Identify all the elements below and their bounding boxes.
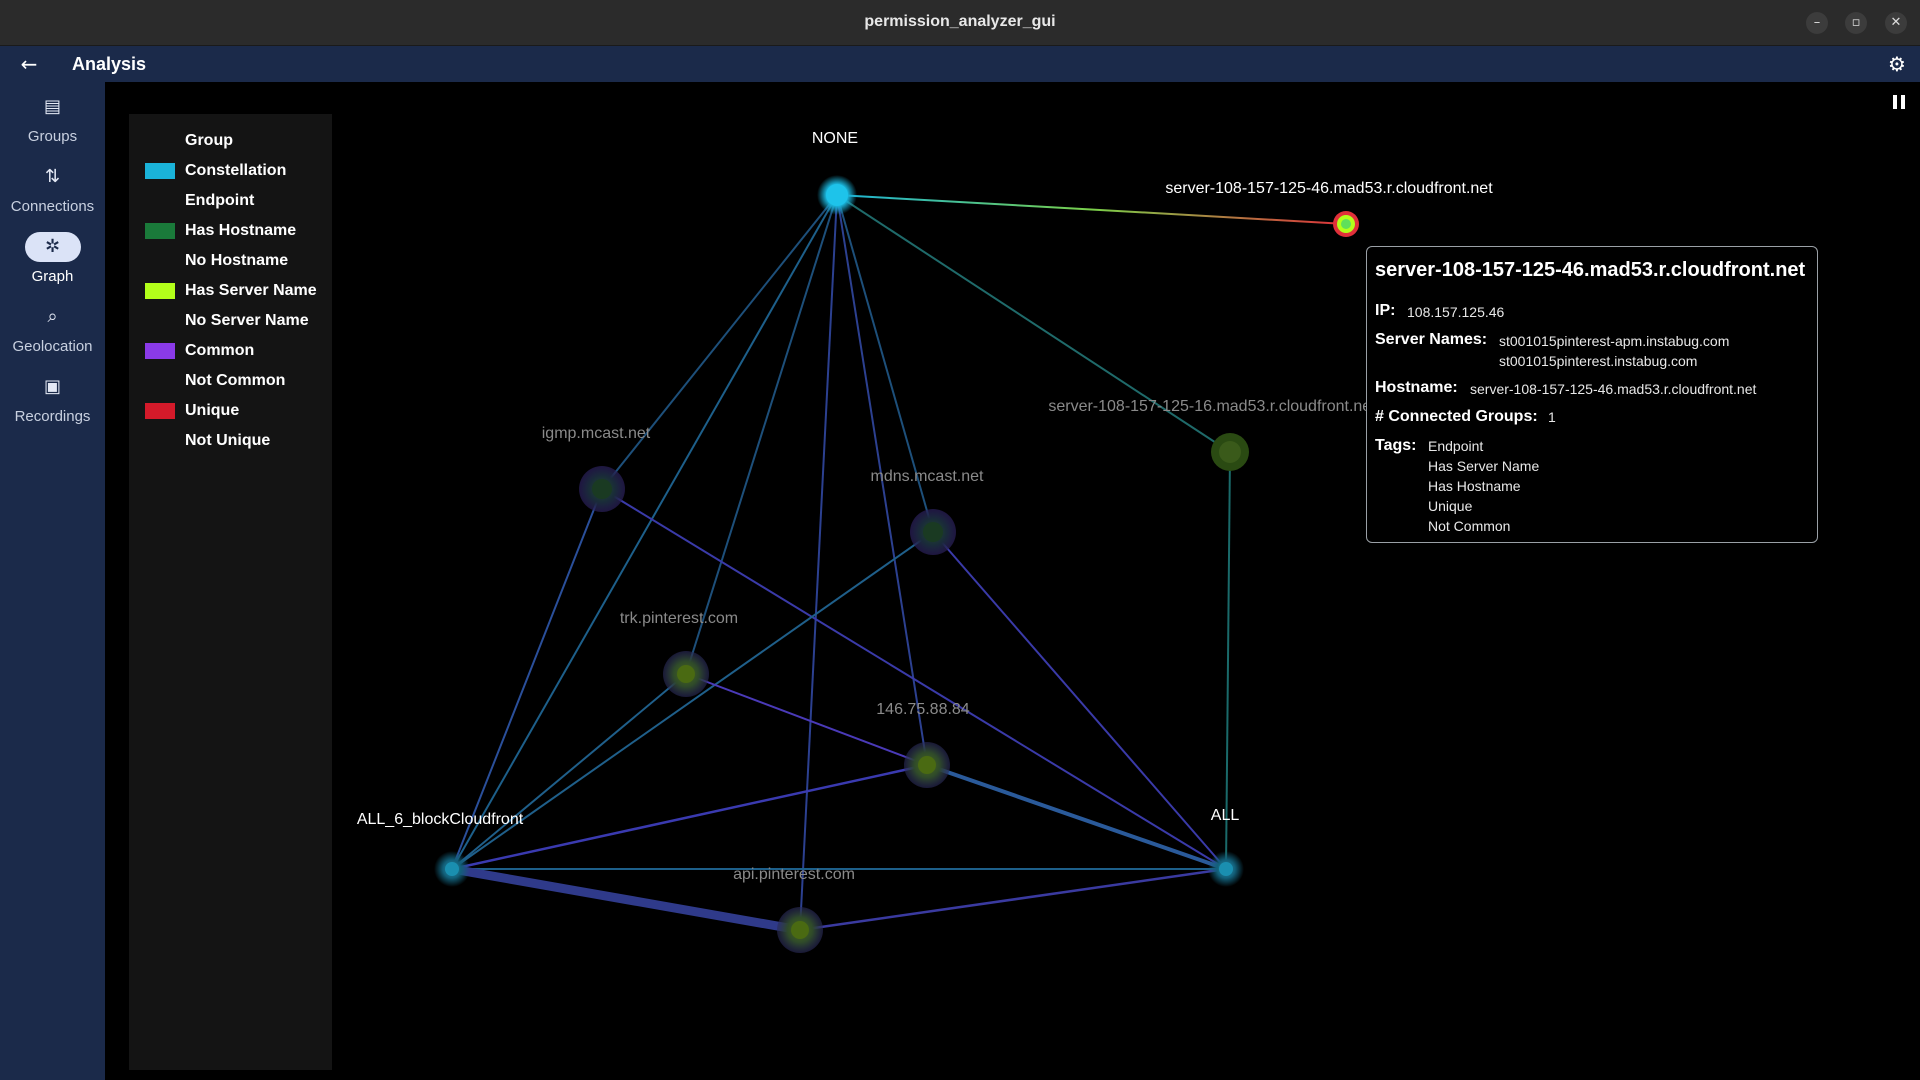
node-label: server-108-157-125-16.mad53.r.cloudfront… <box>1048 398 1376 415</box>
tooltip-groups-label: # Connected Groups: <box>1375 408 1538 425</box>
graph-icon: ✲ <box>24 232 81 262</box>
nav-item-geolocation[interactable]: ⌕ Geolocation <box>0 302 105 364</box>
legend-swatch <box>145 163 175 179</box>
tooltip-tag: Has Hostname <box>1428 478 1521 494</box>
tooltip-groups-value: 1 <box>1548 409 1556 425</box>
legend-panel: Group Constellation Endpoint Has Hostname No… <box>129 114 332 1070</box>
legend-label: No Hostname <box>185 252 289 269</box>
legend-swatch <box>145 283 175 299</box>
tooltip-tag: Has Server Name <box>1428 458 1540 474</box>
graph-node-api[interactable]: api.pinterest.com <box>733 866 855 953</box>
nav-label-recordings: Recordings <box>14 408 91 425</box>
tooltip-ip-label: IP: <box>1375 302 1396 319</box>
window-title: permission_analyzer_gui <box>864 13 1056 30</box>
nav-rail: ▤ Groups ⇅ Connections ✲ Graph ⌕ Geoloca… <box>0 82 105 1080</box>
graph-node-cloudfront-16[interactable]: server-108-157-125-16.mad53.r.cloudfront… <box>1048 398 1376 471</box>
tooltip-server-name: st001015pinterest-apm.instabug.com <box>1499 333 1730 349</box>
legend-swatch <box>145 343 175 359</box>
legend-swatch <box>145 223 175 239</box>
legend-label: Not Unique <box>185 432 271 449</box>
minimize-button[interactable]: – <box>1806 12 1828 34</box>
recordings-icon: ▣ <box>43 376 61 397</box>
graph-edge <box>601 194 838 490</box>
connections-icon: ⇅ <box>44 166 61 187</box>
nav-item-groups[interactable]: ▤ Groups <box>0 92 105 154</box>
graph-edge <box>685 194 838 675</box>
graph-edge <box>836 194 1347 225</box>
close-button[interactable]: ✕ <box>1885 12 1907 34</box>
nav-label-geolocation: Geolocation <box>12 338 93 355</box>
legend-label: No Server Name <box>185 312 309 329</box>
legend-label: Has Server Name <box>185 282 317 299</box>
maximize-button[interactable]: ▫ <box>1845 12 1867 34</box>
node-label: trk.pinterest.com <box>620 610 738 627</box>
nav-label-graph: Graph <box>31 268 74 285</box>
settings-button[interactable]: ⚙ <box>1884 51 1910 77</box>
legend-label: Unique <box>185 402 240 419</box>
tooltip-tag: Unique <box>1428 498 1473 514</box>
tooltip-ip-value: 108.157.125.46 <box>1407 304 1505 320</box>
legend-label: Group <box>185 132 233 149</box>
node-label: api.pinterest.com <box>733 866 855 883</box>
node-label: 146.75.88.84 <box>876 701 970 718</box>
tooltip-hostname-label: Hostname: <box>1375 379 1458 396</box>
nav-item-connections[interactable]: ⇅ Connections <box>0 162 105 224</box>
window-titlebar: permission_analyzer_gui – ▫ ✕ <box>0 0 1920 46</box>
tooltip-server-name: st001015pinterest.instabug.com <box>1499 353 1698 369</box>
nav-label-connections: Connections <box>10 198 95 215</box>
node-label: ALL_6_blockCloudfront <box>357 811 524 828</box>
geolocation-icon: ⌕ <box>47 306 58 327</box>
graph-node-igmp[interactable]: igmp.mcast.net <box>542 425 651 512</box>
legend-label: Constellation <box>185 162 287 179</box>
legend-label: Endpoint <box>185 192 255 209</box>
graph-edge <box>451 194 838 870</box>
node-label: igmp.mcast.net <box>542 425 651 442</box>
nav-item-recordings[interactable]: ▣ Recordings <box>0 372 105 434</box>
nav-label-groups: Groups <box>27 128 78 145</box>
tooltip-tag: Not Common <box>1428 518 1511 534</box>
tooltip-server-names-label: Server Names: <box>1375 331 1488 348</box>
nav-item-graph[interactable]: ✲ Graph <box>0 232 105 294</box>
legend-swatch <box>145 403 175 419</box>
gear-icon: ⚙ <box>1888 52 1906 76</box>
graph-edge <box>799 867 1227 932</box>
node-tooltip: server-108-157-125-46.mad53.r.cloudfront… <box>1366 246 1818 543</box>
app-bar: ← Analysis ⚙ <box>0 46 1920 82</box>
node-label: server-108-157-125-46.mad53.r.cloudfront… <box>1165 180 1493 197</box>
legend-label: Has Hostname <box>185 222 297 239</box>
node-label: mdns.mcast.net <box>871 468 984 485</box>
graph-edge <box>799 194 838 931</box>
groups-icon: ▤ <box>43 96 61 117</box>
page-title: Analysis <box>72 54 147 74</box>
tooltip-title: server-108-157-125-46.mad53.r.cloudfront… <box>1375 259 1806 281</box>
back-button[interactable]: ← <box>16 51 42 77</box>
graph-edge <box>685 673 928 766</box>
graph-edge <box>451 673 687 870</box>
graph-node-none[interactable]: NONE <box>812 130 858 215</box>
graph-edge <box>451 531 934 870</box>
legend-label: Not Common <box>185 372 286 389</box>
node-label: ALL <box>1211 807 1240 824</box>
graph-node-cloudfront-46[interactable]: server-108-157-125-46.mad53.r.cloudfront… <box>1165 180 1493 237</box>
graph-edge <box>451 763 928 871</box>
pause-button[interactable] <box>1890 92 1908 112</box>
node-label: NONE <box>812 130 858 147</box>
tooltip-tag: Endpoint <box>1428 438 1484 454</box>
tooltip-tags-label: Tags: <box>1375 437 1417 454</box>
graph-node-trk[interactable]: trk.pinterest.com <box>620 610 738 697</box>
arrow-left-icon: ← <box>20 52 38 76</box>
legend-label: Common <box>185 342 255 359</box>
tooltip-hostname-value: server-108-157-125-46.mad53.r.cloudfront… <box>1470 381 1757 397</box>
